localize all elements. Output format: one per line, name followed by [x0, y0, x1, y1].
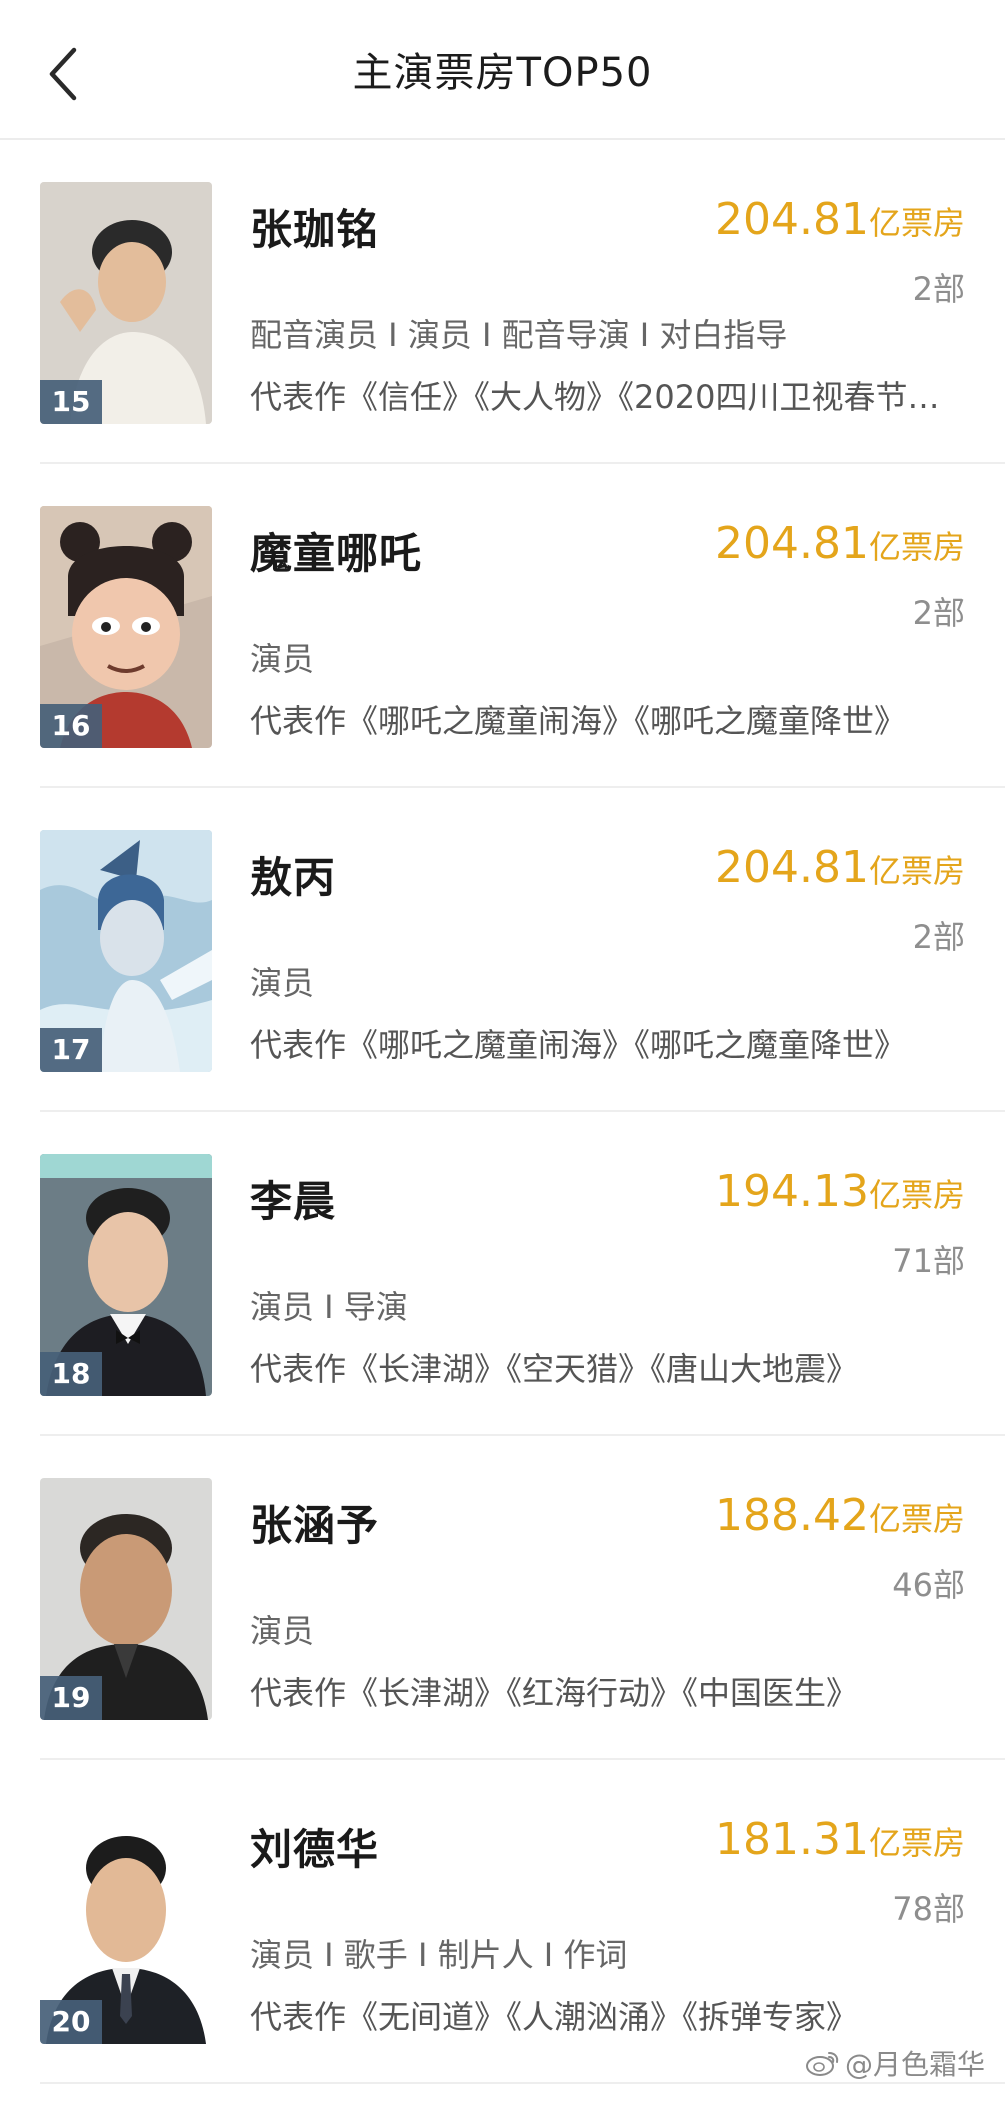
list-item[interactable]: 16 魔童哪吒 204.81亿票房 2部 演员 代表作《哪吒之魔童闹海》《哪吒之…: [0, 464, 1005, 788]
box-office: 181.31亿票房: [715, 1814, 965, 1865]
box-office-value: 181.31: [715, 1814, 869, 1865]
box-office-unit: 亿票房: [868, 1824, 965, 1862]
representative-works: 代表作《哪吒之魔童闹海》《哪吒之魔童降世》: [250, 702, 907, 740]
film-count: 78部: [892, 1890, 965, 1928]
actor-photo: 16: [40, 506, 212, 748]
weibo-icon: [805, 2052, 839, 2076]
rank-badge: 17: [40, 1028, 102, 1072]
rank-badge: 18: [40, 1352, 102, 1396]
representative-works: 代表作《哪吒之魔童闹海》《哪吒之魔童降世》: [250, 1026, 907, 1064]
representative-works: 代表作《长津湖》《空天猎》《唐山大地震》: [250, 1350, 859, 1388]
actor-ranking-list: 15 张珈铭 204.81亿票房 2部 配音演员 I 演员 I 配音导演 I 对…: [0, 140, 1005, 2084]
rank-badge: 16: [40, 704, 102, 748]
actor-roles: 配音演员 I 演员 I 配音导演 I 对白指导: [250, 316, 788, 354]
list-item[interactable]: 15 张珈铭 204.81亿票房 2部 配音演员 I 演员 I 配音导演 I 对…: [0, 140, 1005, 464]
actor-photo: 19: [40, 1478, 212, 1720]
box-office-unit: 亿票房: [868, 204, 965, 242]
box-office: 204.81亿票房: [715, 842, 965, 893]
film-count: 2部: [912, 270, 965, 308]
actor-roles: 演员: [250, 1612, 315, 1650]
film-count: 46部: [892, 1566, 965, 1604]
box-office-unit: 亿票房: [868, 1176, 965, 1214]
film-count: 2部: [912, 918, 965, 956]
list-item[interactable]: 20 刘德华 181.31亿票房 78部 演员 I 歌手 I 制片人 I 作词 …: [0, 1760, 1005, 2084]
actor-name: 刘德华: [250, 1825, 380, 1874]
actor-photo: 18: [40, 1154, 212, 1396]
box-office-unit: 亿票房: [868, 528, 965, 566]
actor-roles: 演员 I 歌手 I 制片人 I 作词: [250, 1936, 628, 1974]
actor-roles: 演员: [250, 964, 315, 1002]
representative-works: 代表作《无间道》《人潮汹涌》《拆弹专家》: [250, 1998, 859, 2036]
rank-badge: 19: [40, 1676, 102, 1720]
actor-name: 李晨: [250, 1177, 337, 1226]
box-office-value: 194.13: [715, 1166, 869, 1217]
actor-photo: 20: [40, 1802, 212, 2044]
box-office-value: 188.42: [715, 1490, 869, 1541]
watermark-text: @月色霜华: [844, 2048, 985, 2081]
actor-photo: 15: [40, 182, 212, 424]
box-office-unit: 亿票房: [868, 852, 965, 890]
actor-roles: 演员 I 导演: [250, 1288, 408, 1326]
box-office: 188.42亿票房: [715, 1490, 965, 1541]
rank-badge: 20: [40, 2000, 102, 2044]
box-office-value: 204.81: [715, 518, 869, 569]
film-count: 71部: [892, 1242, 965, 1280]
watermark: @月色霜华: [805, 2043, 985, 2083]
list-item[interactable]: 18 李晨 194.13亿票房 71部 演员 I 导演 代表作《长津湖》《空天猎…: [0, 1112, 1005, 1436]
box-office: 194.13亿票房: [715, 1166, 965, 1217]
box-office: 204.81亿票房: [715, 194, 965, 245]
list-item[interactable]: 17 敖丙 204.81亿票房 2部 演员 代表作《哪吒之魔童闹海》《哪吒之魔童…: [0, 788, 1005, 1112]
actor-photo: 17: [40, 830, 212, 1072]
representative-works: 代表作《长津湖》《红海行动》《中国医生》: [250, 1674, 859, 1712]
rank-badge: 15: [40, 380, 102, 424]
box-office-unit: 亿票房: [868, 1500, 965, 1538]
actor-name: 敖丙: [250, 853, 337, 902]
box-office-value: 204.81: [715, 194, 869, 245]
film-count: 2部: [912, 594, 965, 632]
page-title: 主演票房TOP50: [352, 50, 653, 96]
actor-name: 张珈铭: [250, 205, 380, 254]
actor-name: 魔童哪吒: [250, 529, 423, 578]
top-bar: 主演票房TOP50: [0, 0, 1005, 140]
actor-roles: 演员: [250, 640, 315, 678]
box-office-value: 204.81: [715, 842, 869, 893]
box-office: 204.81亿票房: [715, 518, 965, 569]
representative-works: 代表作《信任》《大人物》《2020四川卫视春节联欢晚会》: [250, 378, 965, 416]
list-item[interactable]: 19 张涵予 188.42亿票房 46部 演员 代表作《长津湖》《红海行动》《中…: [0, 1436, 1005, 1760]
actor-name: 张涵予: [250, 1501, 380, 1550]
